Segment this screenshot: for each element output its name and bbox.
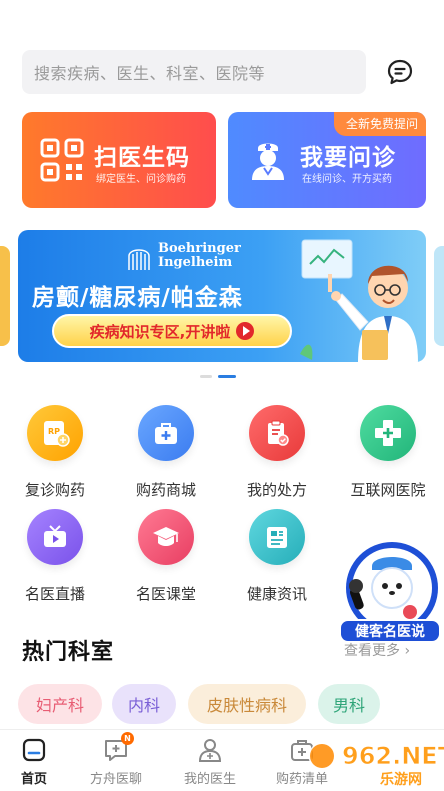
- tab-ark-chat[interactable]: N 方舟医聊: [72, 732, 160, 787]
- mascot-label: 健客名医说: [355, 623, 425, 640]
- chat-plus-icon: N: [102, 732, 134, 764]
- scan-doctor-code-card[interactable]: 扫医生码 绑定医生、问诊购药: [22, 112, 216, 208]
- svg-text:RP: RP: [48, 427, 60, 436]
- banner-brand: Boehringer Ingelheim: [158, 241, 241, 270]
- function-label: 名医直播: [24, 585, 85, 603]
- hot-departments-title: 热门科室: [22, 640, 115, 665]
- function-revisit-buy-medicine[interactable]: RP 复诊购药: [5, 405, 105, 500]
- banner-cta-label: 疾病知识专区,开讲啦: [89, 322, 231, 341]
- view-more-label: 查看更多: [344, 643, 400, 659]
- prev-banner-peek[interactable]: [0, 246, 10, 346]
- message-icon[interactable]: [384, 56, 416, 88]
- hospital-cross-icon: [360, 405, 416, 461]
- tab-label: 首页: [20, 772, 47, 787]
- promo-banner[interactable]: Boehringer Ingelheim 房颤/糖尿病/帕金森 疾病知识专区,开…: [18, 230, 426, 362]
- department-chip-dermatology[interactable]: 皮肤性病科: [188, 684, 306, 724]
- ask-card-subtitle: 在线问诊、开方买药: [302, 174, 392, 185]
- boehringer-logo-icon: [128, 249, 150, 270]
- scan-card-title: 扫医生码: [94, 145, 190, 171]
- news-icon: [249, 509, 305, 565]
- tab-my-doctor[interactable]: 我的医生: [166, 736, 254, 787]
- search-input[interactable]: 搜索疾病、医生、科室、医院等: [22, 50, 366, 94]
- tv-live-icon: [27, 509, 83, 565]
- free-question-badge: 全新免费提问: [333, 112, 426, 136]
- scan-card-subtitle: 绑定医生、问诊购药: [96, 174, 186, 185]
- department-chip-obgyn[interactable]: 妇产科: [18, 684, 102, 724]
- carousel-dot-active: [218, 375, 236, 378]
- play-icon: [236, 322, 255, 340]
- tab-home[interactable]: 首页: [0, 736, 78, 787]
- doctor-icon: [196, 736, 224, 764]
- search-placeholder: 搜索疾病、医生、科室、医院等: [34, 64, 266, 83]
- department-chip-andrology[interactable]: 男科: [318, 684, 380, 724]
- tab-label: 方舟医聊: [89, 772, 142, 787]
- function-label: 名医课堂: [135, 585, 196, 603]
- function-health-news[interactable]: 健康资讯: [227, 509, 327, 604]
- svg-text:乐游网: 乐游网: [380, 771, 422, 788]
- department-chip-internal[interactable]: 内科: [112, 684, 176, 724]
- jianke-doctor-talk-mascot[interactable]: 健客名医说: [334, 536, 444, 648]
- banner-headline: 房颤/糖尿病/帕金森: [32, 285, 243, 311]
- prescription-clipboard-icon: [249, 405, 305, 461]
- function-label: 复诊购药: [24, 481, 85, 499]
- qr-code-icon: [40, 138, 84, 182]
- svg-text:962.NET: 962.NET: [342, 742, 444, 770]
- function-famous-doctor-live[interactable]: 名医直播: [5, 509, 105, 604]
- carousel-dot: [200, 375, 212, 378]
- doctor-avatar-icon: [252, 143, 284, 180]
- function-label: 互联网医院: [350, 481, 426, 499]
- doctor-illustration: [300, 239, 418, 362]
- site-watermark: 962.NET 乐游网: [308, 742, 444, 788]
- new-badge: N: [121, 732, 134, 745]
- carousel-indicator: [200, 375, 236, 378]
- ask-card-title: 我要问诊: [300, 145, 396, 171]
- home-icon: [20, 736, 48, 764]
- graduation-cap-icon: [138, 509, 194, 565]
- function-label: 健康资讯: [246, 585, 307, 603]
- function-my-prescription[interactable]: 我的处方: [227, 405, 327, 500]
- function-label: 我的处方: [246, 481, 307, 499]
- banner-cta-button[interactable]: 疾病知识专区,开讲啦: [52, 314, 292, 348]
- chevron-right-icon: ›: [404, 643, 411, 659]
- function-medicine-mall[interactable]: 购药商城: [116, 405, 216, 500]
- function-famous-doctor-class[interactable]: 名医课堂: [116, 509, 216, 604]
- function-label: 购药商城: [135, 481, 196, 499]
- ask-doctor-card[interactable]: 全新免费提问 我要问诊 在线问诊、开方买药: [228, 112, 426, 208]
- next-banner-peek[interactable]: [434, 246, 444, 346]
- tab-label: 我的医生: [183, 772, 236, 787]
- rp-prescription-icon: RP: [27, 405, 83, 461]
- view-more-link[interactable]: 查看更多 ›: [344, 640, 410, 660]
- function-internet-hospital[interactable]: 互联网医院: [338, 405, 438, 500]
- medicine-box-icon: [138, 405, 194, 461]
